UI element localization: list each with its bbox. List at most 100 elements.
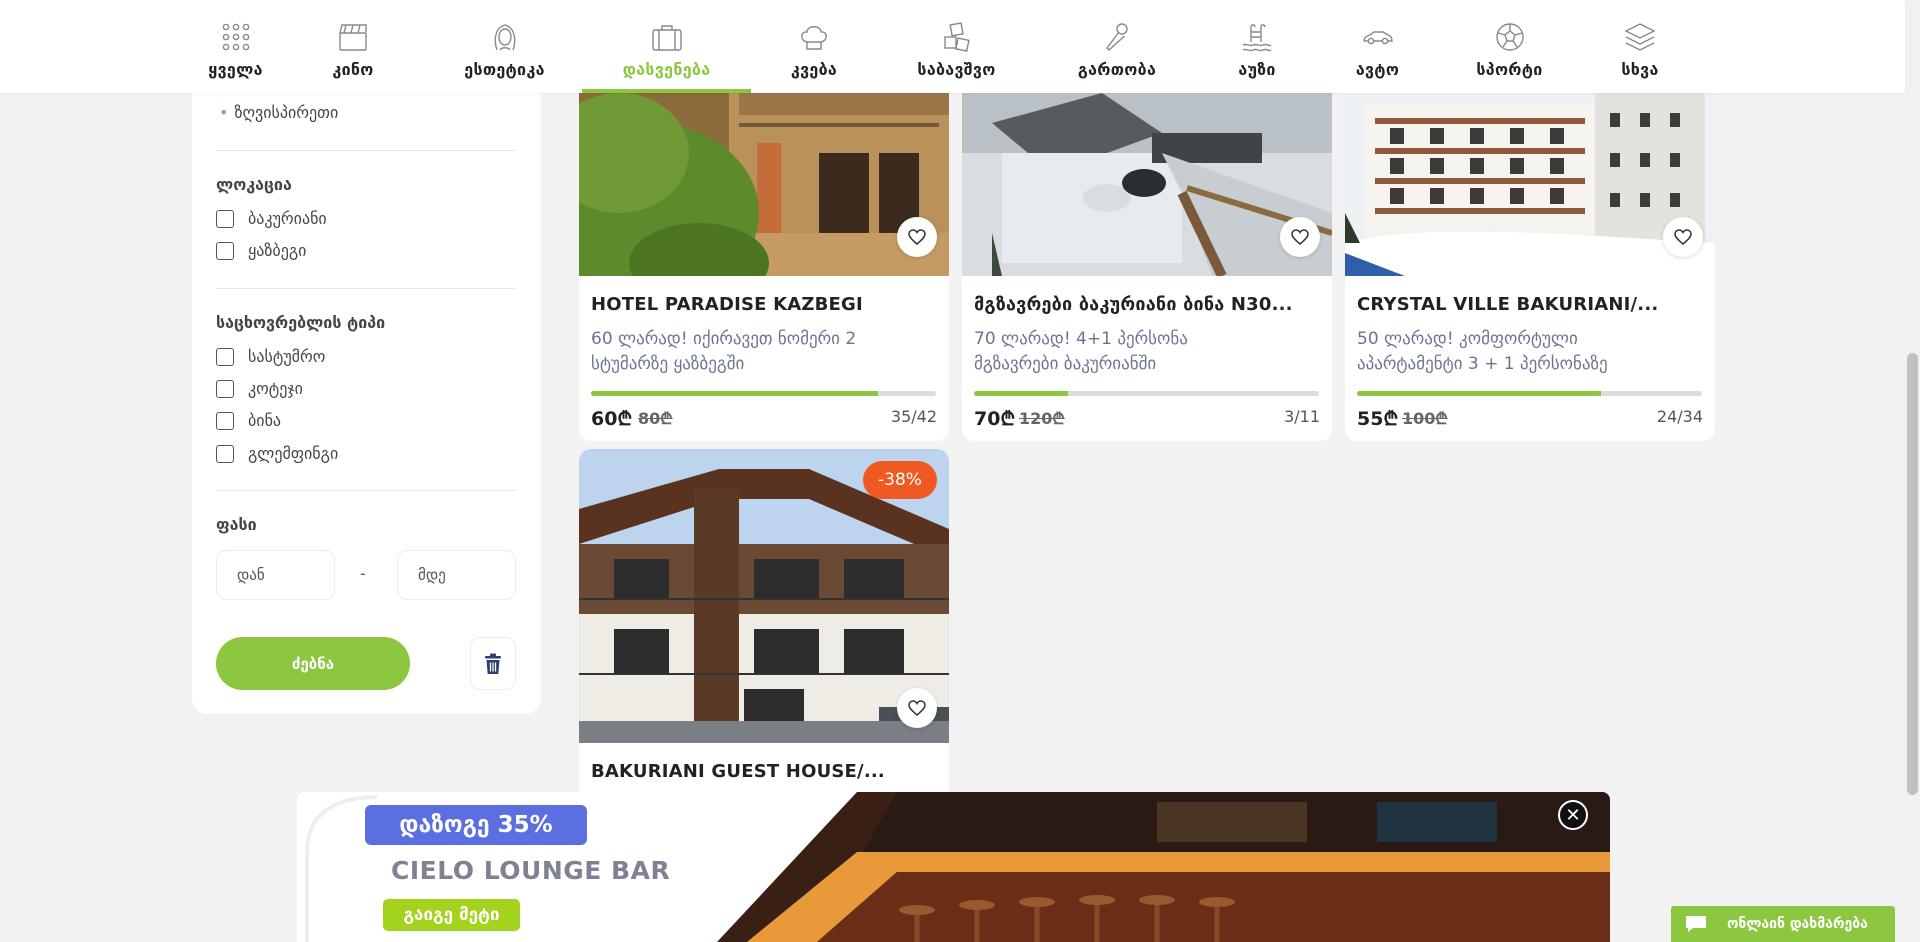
nav-item-cinema[interactable]: კინო xyxy=(279,0,427,93)
option-label: კოტეჯი xyxy=(248,379,303,398)
close-icon[interactable]: ✕ xyxy=(1558,800,1588,830)
nav-item-label: გართობა xyxy=(1077,60,1157,79)
trash-icon xyxy=(485,653,501,674)
chat-bubble-icon xyxy=(1686,916,1706,932)
favorite-button[interactable] xyxy=(1280,217,1320,257)
clear-filters-button[interactable] xyxy=(470,637,516,690)
deal-title[interactable]: CRYSTAL VILLE BAKURIANI/... xyxy=(1357,294,1658,315)
deal-description: 70 ლარად! 4+1 პერსონა მგზავრები ბაკურიან… xyxy=(974,329,1188,374)
heart-icon xyxy=(1674,229,1692,245)
deal-title[interactable]: მგზავრები ბაკურიანი ბინა N30... xyxy=(974,294,1293,315)
price-range-dash: - xyxy=(360,564,366,583)
nav-item-label: კინო xyxy=(332,60,374,79)
online-help-button[interactable]: ონლაინ დახმარება xyxy=(1671,906,1895,942)
divider xyxy=(216,288,516,289)
type-option-apartment[interactable]: ბინა xyxy=(216,411,281,430)
heart-icon xyxy=(1291,229,1309,245)
sold-count: 3/11 xyxy=(1284,407,1320,426)
promo-banner[interactable]: დაზოგე 35% CIELO LOUNGE BAR გაიგე მეტი ✕ xyxy=(297,792,1610,942)
price-heading: ფასი xyxy=(216,515,257,534)
promo-discount-tag: დაზოგე 35% xyxy=(365,805,587,845)
nav-item-other[interactable]: სხვა xyxy=(1580,0,1700,93)
current-price: 55₾ xyxy=(1357,408,1399,430)
sold-progress-bar xyxy=(591,391,936,396)
sold-count: 35/42 xyxy=(890,407,937,426)
location-option-bakuriani[interactable]: ბაკურიანი xyxy=(216,209,327,228)
deal-photo[interactable] xyxy=(962,93,1332,276)
nav-item-label: საბავშვო xyxy=(917,60,996,79)
sold-count: 24/34 xyxy=(1656,407,1703,426)
nav-item-label: სპორტი xyxy=(1476,60,1543,79)
page-scrollbar[interactable] xyxy=(1905,0,1920,942)
deal-card[interactable]: CRYSTAL VILLE BAKURIANI/... 50 ლარად! კო… xyxy=(1345,93,1715,441)
favorite-button[interactable] xyxy=(897,688,937,728)
nav-item-label: ყველა xyxy=(208,60,263,79)
nav-item-vacation[interactable]: დასვენება xyxy=(582,0,751,93)
heart-icon xyxy=(908,700,926,716)
deal-card[interactable]: -38% BAKURIANI GUEST HOUSE/... xyxy=(579,449,949,792)
nav-item-label: სხვა xyxy=(1621,60,1659,79)
nav-item-label: აუზი xyxy=(1238,60,1276,79)
nav-item-label: ავტო xyxy=(1355,60,1400,79)
nav-item-aesthetics[interactable]: ესთეტიკა xyxy=(427,0,582,93)
pool-ladder-icon xyxy=(1242,24,1272,52)
deal-title[interactable]: BAKURIANI GUEST HOUSE/... xyxy=(591,761,885,782)
option-label: გლემფინგი xyxy=(248,444,339,463)
location-option-kazbegi[interactable]: ყაზბეგი xyxy=(216,241,306,260)
price-from-input[interactable]: დან xyxy=(216,550,335,600)
nav-item-auto[interactable]: ავტო xyxy=(1316,0,1439,93)
location-heading: ლოკაცია xyxy=(216,175,292,194)
grid-icon xyxy=(222,23,249,51)
top-category-nav: ყველა კინო ესთეტიკა დასვენება კვება საბა… xyxy=(0,0,1905,93)
heart-icon xyxy=(908,229,926,245)
option-label: ყაზბეგი xyxy=(248,241,307,260)
price-to-input[interactable]: მდე xyxy=(397,550,516,600)
nav-item-kids[interactable]: საბავშვო xyxy=(877,0,1036,93)
sold-progress-bar xyxy=(1357,391,1702,396)
divider xyxy=(216,150,516,151)
favorite-button[interactable] xyxy=(897,217,937,257)
checkbox[interactable] xyxy=(216,379,234,398)
checkbox[interactable] xyxy=(216,241,234,260)
layers-icon xyxy=(1624,23,1656,51)
progress-fill xyxy=(1357,391,1601,396)
deal-photo[interactable] xyxy=(579,93,949,276)
toy-blocks-icon xyxy=(943,22,970,52)
nav-item-pool[interactable]: აუზი xyxy=(1198,0,1316,93)
online-help-label: ონლაინ დახმარება xyxy=(1727,916,1868,932)
option-label: ბაკურიანი xyxy=(248,209,327,228)
deal-card[interactable]: მგზავრები ბაკურიანი ბინა N30... 70 ლარად… xyxy=(962,93,1332,441)
current-price: 70₾ xyxy=(974,408,1016,430)
nav-item-label: დასვენება xyxy=(622,60,711,79)
deal-description: 60 ლარად! იქირავეთ ნომერი 2 სტუმარზე ყაზ… xyxy=(591,329,857,374)
promo-learn-more-button[interactable]: გაიგე მეტი xyxy=(383,899,520,931)
deal-title[interactable]: HOTEL PARADISE KAZBEGI xyxy=(591,294,863,315)
discount-badge: -38% xyxy=(863,461,937,499)
divider xyxy=(216,490,516,491)
old-price: 120₾ xyxy=(1019,409,1065,428)
type-option-hotel[interactable]: სასტუმრო xyxy=(216,347,325,366)
nav-item-food[interactable]: კვება xyxy=(751,0,877,93)
progress-fill xyxy=(591,391,879,396)
soccer-ball-icon xyxy=(1495,23,1524,51)
checkbox[interactable] xyxy=(216,347,234,366)
search-button[interactable]: ძებნა xyxy=(216,637,410,690)
checkbox[interactable] xyxy=(216,411,234,430)
microphone-icon xyxy=(1106,23,1128,51)
nav-item-sport[interactable]: სპორტი xyxy=(1439,0,1580,93)
checkbox[interactable] xyxy=(216,444,234,463)
type-option-cottage[interactable]: კოტეჯი xyxy=(216,379,303,398)
nav-item-entertainment[interactable]: გართობა xyxy=(1036,0,1198,93)
promo-title: CIELO LOUNGE BAR xyxy=(391,856,671,885)
deal-photo[interactable] xyxy=(1345,93,1715,276)
favorite-button[interactable] xyxy=(1663,217,1703,257)
deal-card[interactable]: HOTEL PARADISE KAZBEGI 60 ლარად! იქირავე… xyxy=(579,93,949,441)
type-option-glamping[interactable]: გლემფინგი xyxy=(216,444,338,463)
scrollbar-thumb[interactable] xyxy=(1907,353,1918,795)
nav-item-label: ესთეტიკა xyxy=(464,60,545,79)
nav-item-all[interactable]: ყველა xyxy=(192,0,279,93)
option-label: ბინა xyxy=(248,411,282,430)
category-sub-item[interactable]: • ზღვისპირეთი xyxy=(219,103,338,122)
checkbox[interactable] xyxy=(216,209,234,228)
sold-progress-bar xyxy=(974,391,1319,396)
